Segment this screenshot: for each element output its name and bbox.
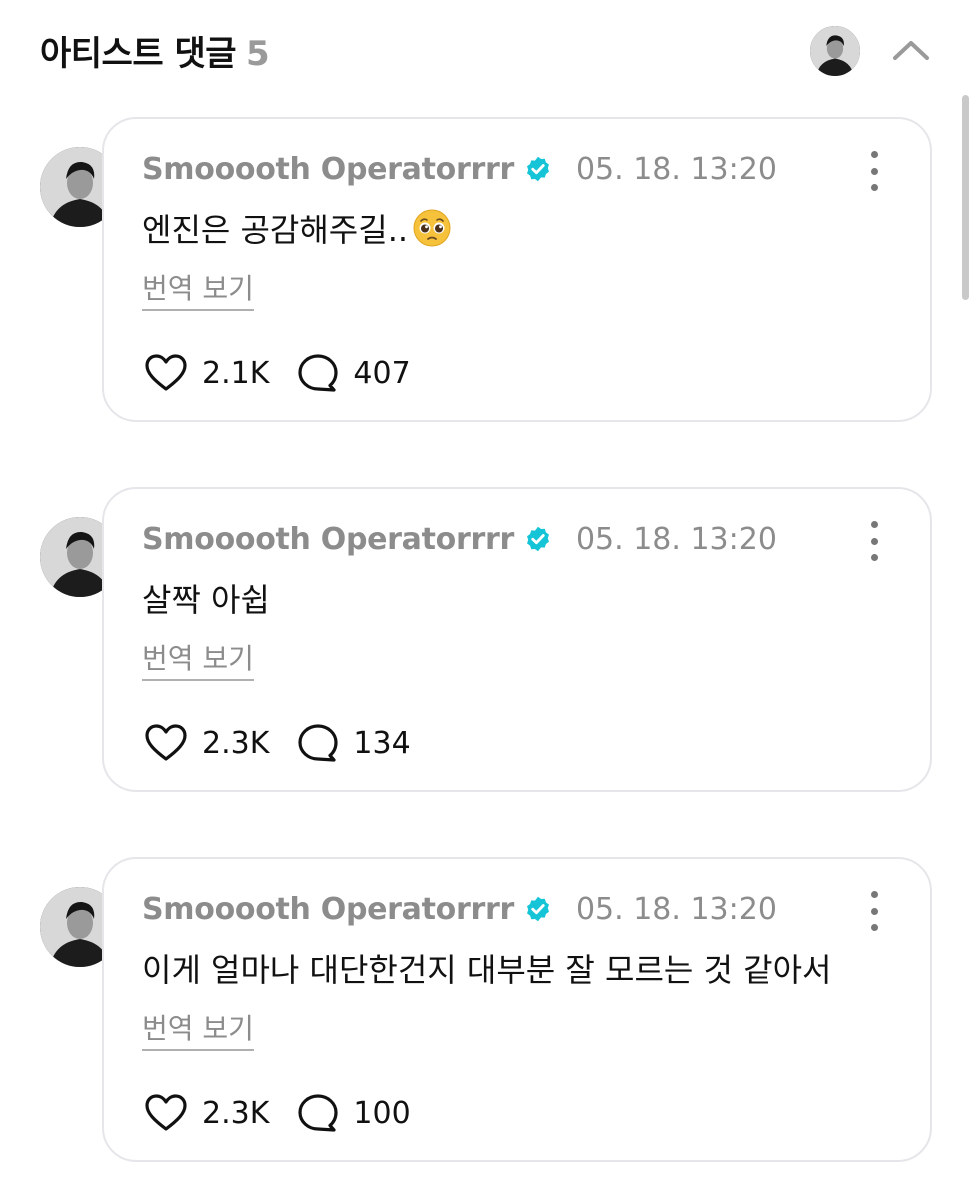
verified-badge-icon <box>526 156 549 182</box>
author-name[interactable]: Smooooth Operatorrrr <box>142 892 514 927</box>
author-name[interactable]: Smooooth Operatorrrr <box>142 522 514 557</box>
reply-count: 134 <box>353 725 411 761</box>
comment-text-line: 이게 얼마나 대단한건지 대부분 잘 모르는 것 같아서 <box>142 945 831 991</box>
comment-card: Smooooth Operatorrrr 05. 18. 13:20 살짝 아쉽… <box>102 487 932 792</box>
artist-comments-panel: 아티스트 댓글 5 Smooooth Operatorrrr 05. 18. 1… <box>0 0 976 1200</box>
comment-meta: Smooooth Operatorrrr 05. 18. 13:20 <box>142 149 777 189</box>
reply-button[interactable]: 134 <box>297 723 411 763</box>
reply-count: 100 <box>353 1095 411 1131</box>
like-button[interactable]: 2.1K <box>144 353 269 393</box>
comment-card: Smooooth Operatorrrr 05. 18. 13:20 이게 얼마… <box>102 857 932 1162</box>
heart-icon <box>145 724 187 761</box>
avatar-image <box>810 26 860 76</box>
pleading-face-emoji-icon <box>413 209 451 247</box>
comment-actions: 2.1K 407 <box>144 351 411 395</box>
comment-actions: 2.3K 100 <box>144 1091 411 1135</box>
comment-timestamp: 05. 18. 13:20 <box>575 891 777 927</box>
collapse-button[interactable] <box>886 28 936 72</box>
comment-timestamp: 05. 18. 13:20 <box>575 151 777 187</box>
speech-bubble-icon <box>298 354 338 392</box>
scrollbar[interactable] <box>962 95 969 300</box>
translate-link[interactable]: 번역 보기 <box>142 637 254 681</box>
comment-actions: 2.3K 134 <box>144 721 411 765</box>
section-title-label: 아티스트 댓글 <box>40 34 237 74</box>
translate-link[interactable]: 번역 보기 <box>142 1007 254 1051</box>
comment-text: 살짝 아쉽 <box>142 581 270 619</box>
comment-card: Smooooth Operatorrrr 05. 18. 13:20 엔진은 공… <box>102 117 932 422</box>
comment-count: 5 <box>246 34 270 74</box>
like-count: 2.3K <box>202 725 270 761</box>
speech-bubble-icon <box>298 724 338 762</box>
verified-badge-icon <box>526 526 549 552</box>
heart-icon <box>145 1094 187 1131</box>
comment-text-line: 살짝 아쉽 <box>142 575 270 621</box>
speech-bubble-icon <box>298 1094 338 1132</box>
verified-badge-icon <box>526 896 549 922</box>
like-button[interactable]: 2.3K <box>144 723 269 763</box>
comment-text: 엔진은 공감해주길.. <box>142 211 409 249</box>
chevron-up-icon <box>893 41 929 60</box>
like-button[interactable]: 2.3K <box>144 1093 269 1133</box>
comment-text: 이게 얼마나 대단한건지 대부분 잘 모르는 것 같아서 <box>142 951 832 989</box>
reply-count: 407 <box>353 355 411 391</box>
comment-text-line: 엔진은 공감해주길.. <box>142 205 452 251</box>
more-vertical-icon[interactable] <box>862 891 886 931</box>
heart-icon <box>145 354 187 391</box>
comments-header: 아티스트 댓글 5 <box>0 0 976 100</box>
more-vertical-icon[interactable] <box>862 151 886 191</box>
reply-button[interactable]: 100 <box>297 1093 411 1133</box>
section-title: 아티스트 댓글 5 <box>40 26 270 75</box>
translate-link[interactable]: 번역 보기 <box>142 267 254 311</box>
like-count: 2.1K <box>202 355 270 391</box>
artist-avatar[interactable] <box>810 26 860 76</box>
more-vertical-icon[interactable] <box>862 521 886 561</box>
comment-meta: Smooooth Operatorrrr 05. 18. 13:20 <box>142 519 777 559</box>
like-count: 2.3K <box>202 1095 270 1131</box>
author-name[interactable]: Smooooth Operatorrrr <box>142 152 514 187</box>
reply-button[interactable]: 407 <box>297 353 411 393</box>
comment-meta: Smooooth Operatorrrr 05. 18. 13:20 <box>142 889 777 929</box>
comment-timestamp: 05. 18. 13:20 <box>575 521 777 557</box>
